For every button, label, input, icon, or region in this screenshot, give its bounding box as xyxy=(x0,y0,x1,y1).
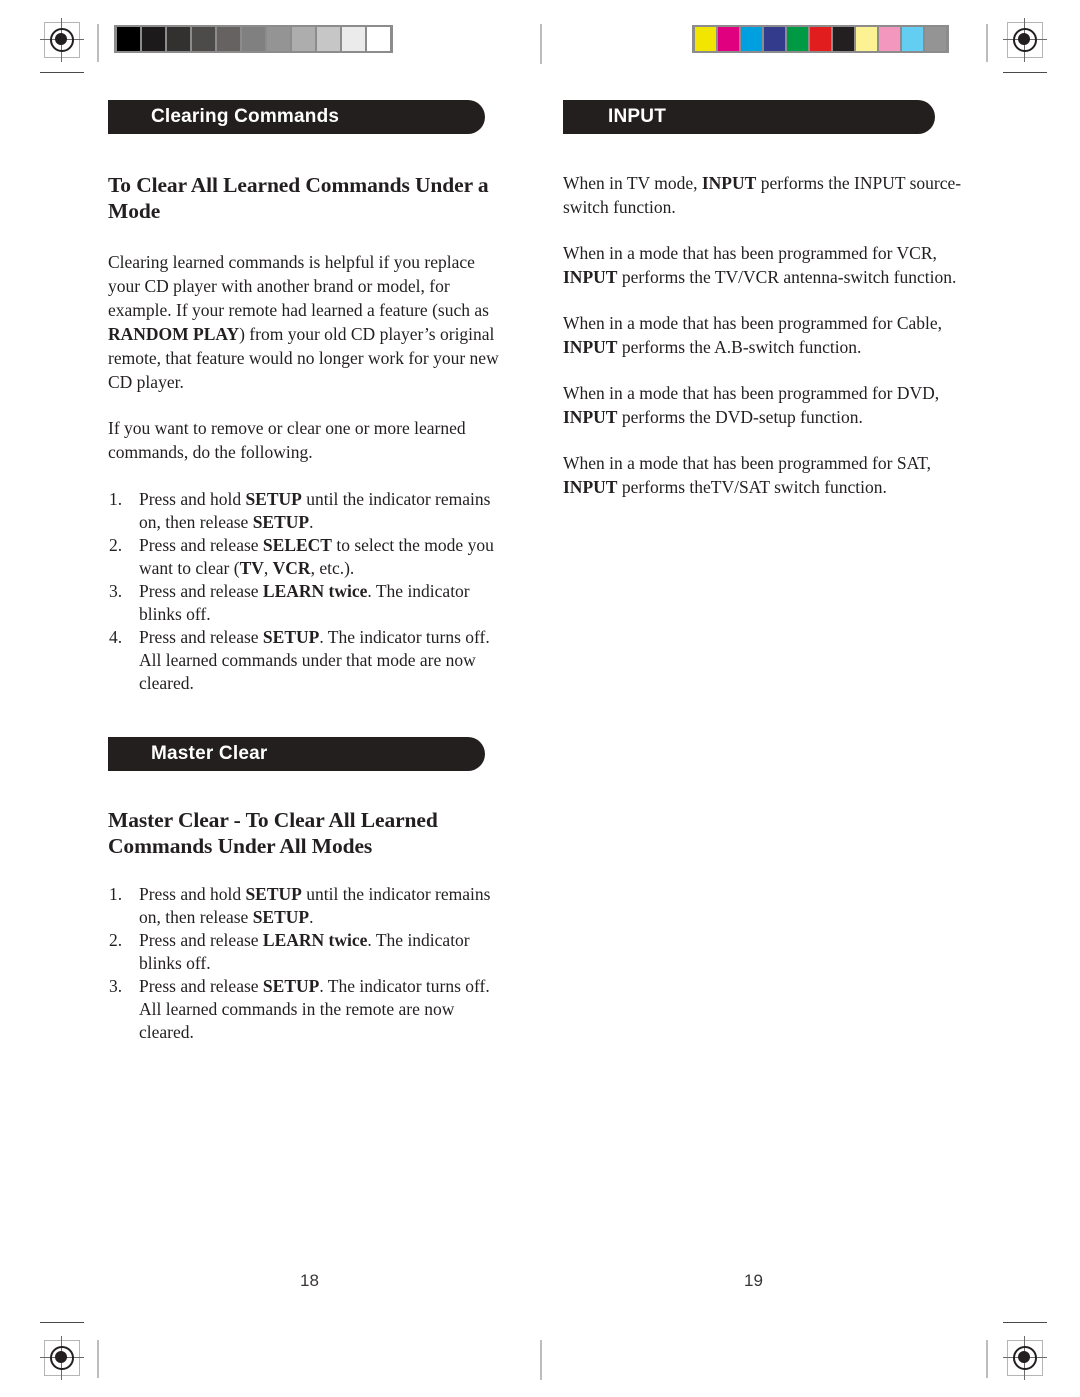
crop-mark-top-right xyxy=(1003,72,1047,73)
color-patch xyxy=(902,27,923,51)
registration-mark-top-left xyxy=(40,18,84,62)
color-patch xyxy=(833,27,854,51)
section-banner-master-clear: Master Clear xyxy=(108,737,485,771)
heading-master-clear: Master Clear - To Clear All Learned Comm… xyxy=(108,808,438,858)
grayscale-calibration-bar xyxy=(114,25,393,53)
gray-patch xyxy=(267,27,290,51)
paragraph-input-dvd: When in a mode that has been programmed … xyxy=(563,383,940,427)
section-banner-clearing-commands: Clearing Commands xyxy=(108,100,485,134)
page-left: Clearing Commands To Clear All Learned C… xyxy=(108,100,508,1044)
list-item: Press and release LEARN twice. The indic… xyxy=(109,929,470,973)
color-patch xyxy=(856,27,877,51)
registration-dot xyxy=(55,33,67,45)
color-patch xyxy=(764,27,785,51)
key-setup: SETUP xyxy=(262,627,320,647)
key-setup: SETUP xyxy=(262,976,320,996)
list-item: Press and release SETUP. The indicator t… xyxy=(109,626,490,693)
color-calibration-bar xyxy=(692,25,949,53)
color-patch xyxy=(879,27,900,51)
key-setup: SETUP xyxy=(245,884,302,904)
gutter-mark-center xyxy=(540,24,542,64)
color-patch xyxy=(741,27,762,51)
page-number-right: 19 xyxy=(744,1271,763,1290)
top-calibration-strip xyxy=(0,0,1080,88)
gutter-mark-left xyxy=(97,24,99,62)
key-learn-twice: LEARN twice xyxy=(262,930,368,950)
mode-tv: TV xyxy=(239,558,264,578)
key-setup: SETUP xyxy=(252,907,310,927)
crop-mark-bottom-left xyxy=(40,1322,84,1323)
gutter-mark-bottom-center xyxy=(540,1340,542,1380)
color-patch xyxy=(695,27,716,51)
registration-dot xyxy=(55,1351,67,1363)
paragraph-input-sat: When in a mode that has been programmed … xyxy=(563,453,932,497)
gutter-mark-bottom-left xyxy=(97,1340,99,1378)
list-item: Press and release LEARN twice. The indic… xyxy=(109,580,470,624)
registration-dot xyxy=(1018,33,1030,45)
gray-patch xyxy=(292,27,315,51)
color-patch xyxy=(787,27,808,51)
bottom-calibration-strip xyxy=(0,1309,1080,1397)
paragraph-input-vcr: When in a mode that has been programmed … xyxy=(563,243,957,287)
gray-patch xyxy=(367,27,390,51)
key-select: SELECT xyxy=(262,535,332,555)
list-item: Press and release SETUP. The indicator t… xyxy=(109,975,490,1042)
steps-clear-under-mode: Press and hold SETUP until the indicator… xyxy=(108,488,508,695)
registration-dot xyxy=(1018,1351,1030,1363)
gray-patch xyxy=(317,27,340,51)
registration-mark-top-right xyxy=(1003,18,1047,62)
steps-master-clear: Press and hold SETUP until the indicator… xyxy=(108,883,508,1044)
color-patch xyxy=(718,27,739,51)
gray-patch xyxy=(167,27,190,51)
registration-mark-bottom-right xyxy=(1003,1336,1047,1380)
mode-vcr: VCR xyxy=(272,558,311,578)
gray-patch xyxy=(242,27,265,51)
gray-patch xyxy=(342,27,365,51)
page-number-left: 18 xyxy=(300,1271,319,1290)
gutter-mark-bottom-right xyxy=(986,1340,988,1378)
paragraph-input-cable: When in a mode that has been programmed … xyxy=(563,313,943,357)
paragraph-clearing-intro: Clearing learned commands is helpful if … xyxy=(108,252,499,392)
gray-patch xyxy=(217,27,240,51)
gutter-mark-right xyxy=(986,24,988,62)
key-input: INPUT xyxy=(563,337,618,357)
crop-mark-top-left xyxy=(40,72,84,73)
gray-patch xyxy=(192,27,215,51)
emphasis-random-play: RANDOM PLAY xyxy=(108,324,240,344)
crop-mark-bottom-right xyxy=(1003,1322,1047,1323)
key-input: INPUT xyxy=(701,173,757,193)
color-patch xyxy=(925,27,946,51)
key-setup: SETUP xyxy=(245,489,302,509)
page-right: INPUT When in TV mode, INPUT performs th… xyxy=(563,100,963,499)
gray-patch xyxy=(142,27,165,51)
list-item: Press and hold SETUP until the indicator… xyxy=(109,883,491,927)
list-item: Press and release SELECT to select the m… xyxy=(109,534,494,578)
key-learn-twice: LEARN twice xyxy=(262,581,368,601)
key-input: INPUT xyxy=(563,477,618,497)
section-banner-input: INPUT xyxy=(563,100,935,134)
key-input: INPUT xyxy=(563,407,618,427)
paragraph-remove-or-clear: If you want to remove or clear one or mo… xyxy=(108,418,466,462)
color-patch xyxy=(810,27,831,51)
registration-mark-bottom-left xyxy=(40,1336,84,1380)
heading-clear-all-learned-commands: To Clear All Learned Commands Under a Mo… xyxy=(108,173,489,223)
gray-patch xyxy=(117,27,140,51)
key-setup: SETUP xyxy=(252,512,310,532)
paragraph-input-tv-mode: When in TV mode, INPUT performs the INPU… xyxy=(563,173,962,217)
key-input: INPUT xyxy=(563,267,618,287)
list-item: Press and hold SETUP until the indicator… xyxy=(109,488,491,532)
